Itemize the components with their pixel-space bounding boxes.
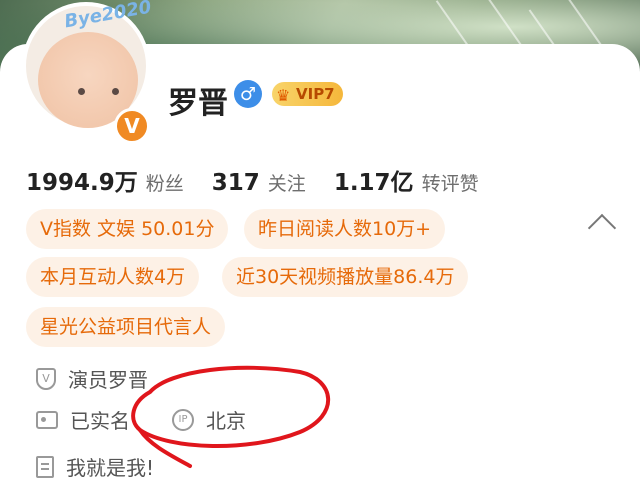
id-card-icon — [36, 410, 58, 429]
vip-label: VIP7 — [296, 85, 335, 103]
ip-location-text: 北京 — [206, 409, 246, 433]
following-count[interactable]: 317 — [212, 170, 260, 196]
tag-video-plays[interactable]: 近30天视频播放量86.4万 — [222, 257, 469, 297]
intro-text: 我就是我! — [66, 456, 155, 480]
ip-icon: IP — [172, 408, 194, 431]
document-icon — [36, 455, 54, 478]
ip-location-row: IP 北京 — [172, 405, 246, 434]
intro-row: 我就是我! — [36, 452, 154, 481]
following-label[interactable]: 关注 — [268, 169, 306, 196]
real-name-row: 已实名 — [36, 405, 130, 434]
engagement-label: 转评赞 — [421, 173, 479, 195]
avatar-eye — [78, 88, 85, 95]
avatar-eye — [112, 88, 119, 95]
real-name-text: 已实名 — [70, 409, 130, 433]
followers-count[interactable]: 1994.9万 — [26, 163, 138, 197]
tag-monthly-interactions[interactable]: 本月互动人数4万 — [26, 257, 200, 297]
tag-daily-readers[interactable]: 昨日阅读人数10万+ — [244, 209, 446, 249]
verification-row: V 演员罗晋 — [36, 364, 148, 393]
profile-name: 罗晋 — [168, 86, 228, 121]
tag-charity-ambassador[interactable]: 星光公益项目代言人 — [26, 307, 226, 347]
verified-badge-icon: V — [114, 108, 150, 144]
engagement-count: 1.17亿 — [333, 170, 414, 196]
male-gender-icon: ♂ — [234, 80, 262, 108]
verification-text: 演员罗晋 — [68, 368, 148, 392]
tag-v-index[interactable]: V指数 文娱 50.01分 — [26, 209, 229, 249]
profile-stats: 1994.9万 粉丝 317 关注 1.17亿 转评赞 — [26, 163, 507, 197]
shield-icon: V — [36, 367, 56, 390]
vip-badge[interactable]: ♛ VIP7 — [272, 82, 343, 106]
crown-icon: ♛ — [276, 86, 291, 105]
followers-label[interactable]: 粉丝 — [146, 169, 184, 196]
